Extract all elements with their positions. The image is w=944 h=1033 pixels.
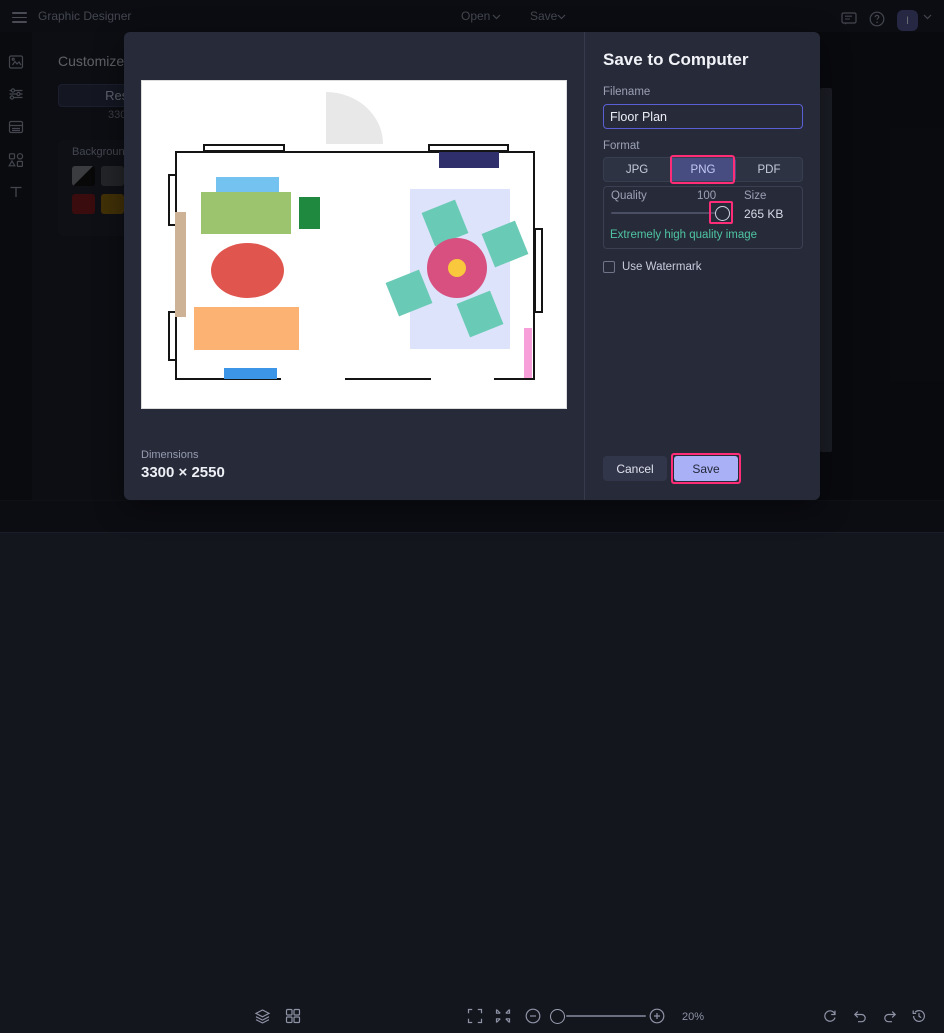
format-label: Format <box>603 140 640 152</box>
watermark-checkbox[interactable] <box>603 261 615 273</box>
door-swing-arc <box>326 92 383 144</box>
modal-divider <box>584 32 585 500</box>
furniture-headboard <box>216 177 279 193</box>
zoom-level-label: 20% <box>682 1011 705 1023</box>
furniture-entry-mat <box>224 368 277 379</box>
zoom-slider-track[interactable] <box>566 1015 646 1017</box>
fit-screen-button[interactable] <box>465 1006 485 1026</box>
filename-input[interactable] <box>603 104 803 129</box>
dimensions-value: 3300 × 2550 <box>141 464 225 481</box>
zoom-in-button[interactable] <box>648 1007 666 1025</box>
png-focus-highlight <box>670 155 735 184</box>
filename-label: Filename <box>603 86 651 98</box>
redo-button[interactable] <box>880 1006 900 1026</box>
plus-circle-icon <box>649 1008 665 1024</box>
refresh-button[interactable] <box>820 1006 840 1026</box>
history-button[interactable] <box>909 1006 929 1026</box>
expand-frame-icon <box>467 1008 483 1024</box>
furniture-nightstand <box>299 197 320 229</box>
redo-icon <box>884 1011 897 1023</box>
undo-button[interactable] <box>850 1006 870 1026</box>
save-button-highlight <box>671 453 741 484</box>
format-option-jpg[interactable]: JPG <box>604 158 670 181</box>
design-preview[interactable] <box>141 80 567 409</box>
furniture-bed <box>201 192 291 234</box>
wall-bottom-mid <box>345 378 431 380</box>
wall-bottom-right <box>494 378 535 380</box>
furniture-pink-panel <box>524 328 532 378</box>
sync-icon <box>824 1010 836 1022</box>
zoom-out-button[interactable] <box>524 1007 542 1025</box>
watermark-row[interactable]: Use Watermark <box>603 261 701 273</box>
grid-button[interactable] <box>283 1006 303 1026</box>
quality-handle-highlight <box>709 201 733 224</box>
cancel-button[interactable]: Cancel <box>603 456 667 481</box>
furniture-round-rug <box>211 243 284 298</box>
furniture-console <box>439 152 499 168</box>
layers-icon <box>254 1008 270 1024</box>
wall-right <box>533 151 535 380</box>
dialog-title: Save to Computer <box>603 50 749 69</box>
collapse-icon <box>495 1009 511 1023</box>
history-icon <box>912 1010 925 1022</box>
quality-note: Extremely high quality image <box>610 229 758 241</box>
minus-circle-icon <box>525 1008 541 1024</box>
watermark-label: Use Watermark <box>622 261 702 273</box>
size-value: 265 KB <box>744 207 784 221</box>
undo-icon <box>853 1011 866 1023</box>
size-label: Size <box>744 190 767 202</box>
dimensions-label: Dimensions <box>141 449 199 461</box>
window-right <box>534 228 543 313</box>
format-option-pdf[interactable]: PDF <box>736 158 802 181</box>
zoom-slider-handle[interactable] <box>550 1009 565 1024</box>
collapse-button[interactable] <box>493 1006 513 1026</box>
quality-label: Quality <box>611 190 647 202</box>
quality-slider-track[interactable] <box>611 212 723 214</box>
furniture-centerpiece <box>448 259 466 277</box>
layers-button[interactable] <box>252 1006 272 1026</box>
grid-icon <box>285 1008 301 1024</box>
furniture-sofa <box>194 307 299 350</box>
furniture-wardrobe <box>175 212 186 317</box>
